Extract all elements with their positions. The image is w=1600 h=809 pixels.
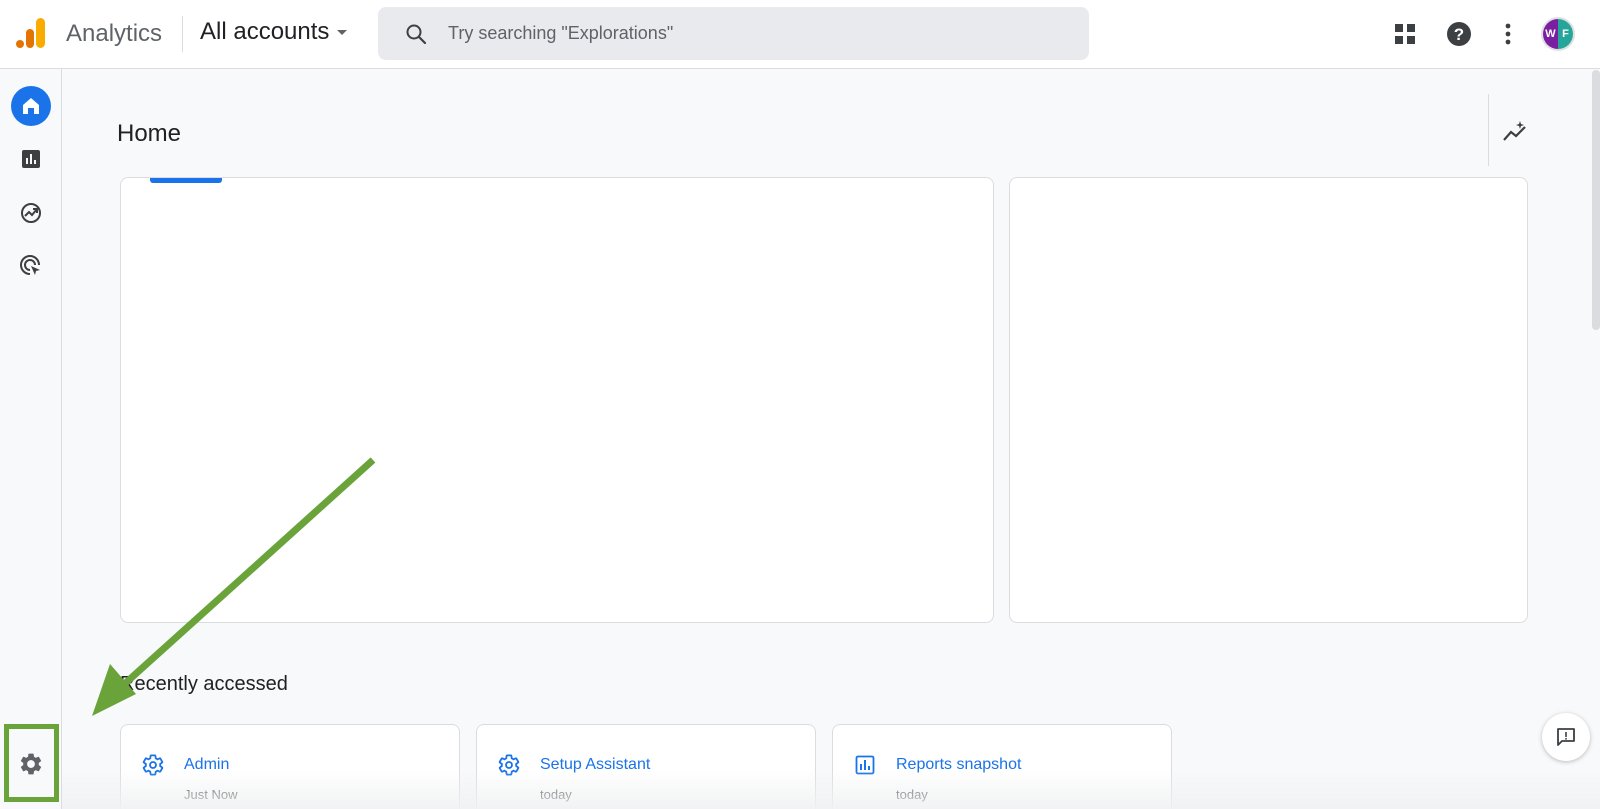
bar-chart-icon (22, 150, 40, 168)
analytics-logo-icon[interactable] (16, 17, 46, 49)
help-icon[interactable]: ? (1445, 20, 1473, 48)
gear-icon (20, 753, 42, 775)
nav-advertising[interactable] (11, 246, 51, 286)
more-vert-icon[interactable] (1494, 20, 1522, 48)
recent-item-reports-snapshot[interactable]: Reports snapshot today (832, 724, 1172, 809)
app-title: Analytics (66, 20, 163, 47)
recent-item-time: Just Now (184, 787, 238, 802)
nav-home[interactable] (11, 86, 51, 126)
recent-item-time: today (896, 787, 928, 802)
target-cursor-icon (20, 255, 40, 275)
search-icon (406, 24, 427, 44)
top-app-bar: Analytics All accounts ? W F (0, 0, 1600, 69)
left-nav-rail (0, 69, 62, 809)
feedback-button[interactable] (1542, 713, 1590, 761)
realtime-card (1009, 177, 1528, 623)
insights-button[interactable] (1499, 116, 1531, 148)
recent-item-time: today (540, 787, 572, 802)
nav-admin[interactable] (11, 744, 51, 784)
svg-text:?: ? (1454, 25, 1464, 44)
recent-item-label: Reports snapshot (896, 756, 1022, 773)
overview-card (120, 177, 994, 623)
avatar[interactable]: W F (1541, 17, 1575, 51)
account-picker[interactable]: All accounts (200, 18, 348, 46)
caret-down-icon (337, 29, 348, 35)
explore-icon (21, 203, 41, 223)
home-icon (23, 98, 39, 114)
page-title: Home (117, 120, 182, 147)
account-picker-label: All accounts (200, 18, 330, 45)
header-divider (182, 16, 183, 52)
avatar-initial: W (1543, 19, 1558, 49)
search-bar[interactable] (378, 7, 1089, 60)
recent-item-label: Setup Assistant (540, 756, 651, 773)
avatar-initial: F (1558, 19, 1573, 49)
insights-divider (1488, 94, 1489, 166)
recent-item-label: Admin (184, 756, 230, 773)
recent-item-admin[interactable]: Admin Just Now (120, 724, 460, 809)
feedback-icon (1557, 728, 1575, 746)
insights-sparkle-icon (1503, 121, 1526, 141)
search-input[interactable] (448, 23, 1028, 44)
nav-reports[interactable] (11, 139, 51, 179)
bar-chart-icon (855, 755, 875, 775)
recent-item-setup-assistant[interactable]: Setup Assistant today (476, 724, 816, 809)
recently-accessed-title: Recently accessed (120, 673, 288, 695)
nav-explore[interactable] (11, 193, 51, 233)
page-scrollbar[interactable] (1592, 70, 1600, 330)
gear-icon (498, 754, 520, 776)
active-tab-indicator (150, 178, 222, 183)
gear-icon (142, 754, 164, 776)
apps-grid-icon[interactable] (1391, 20, 1419, 48)
